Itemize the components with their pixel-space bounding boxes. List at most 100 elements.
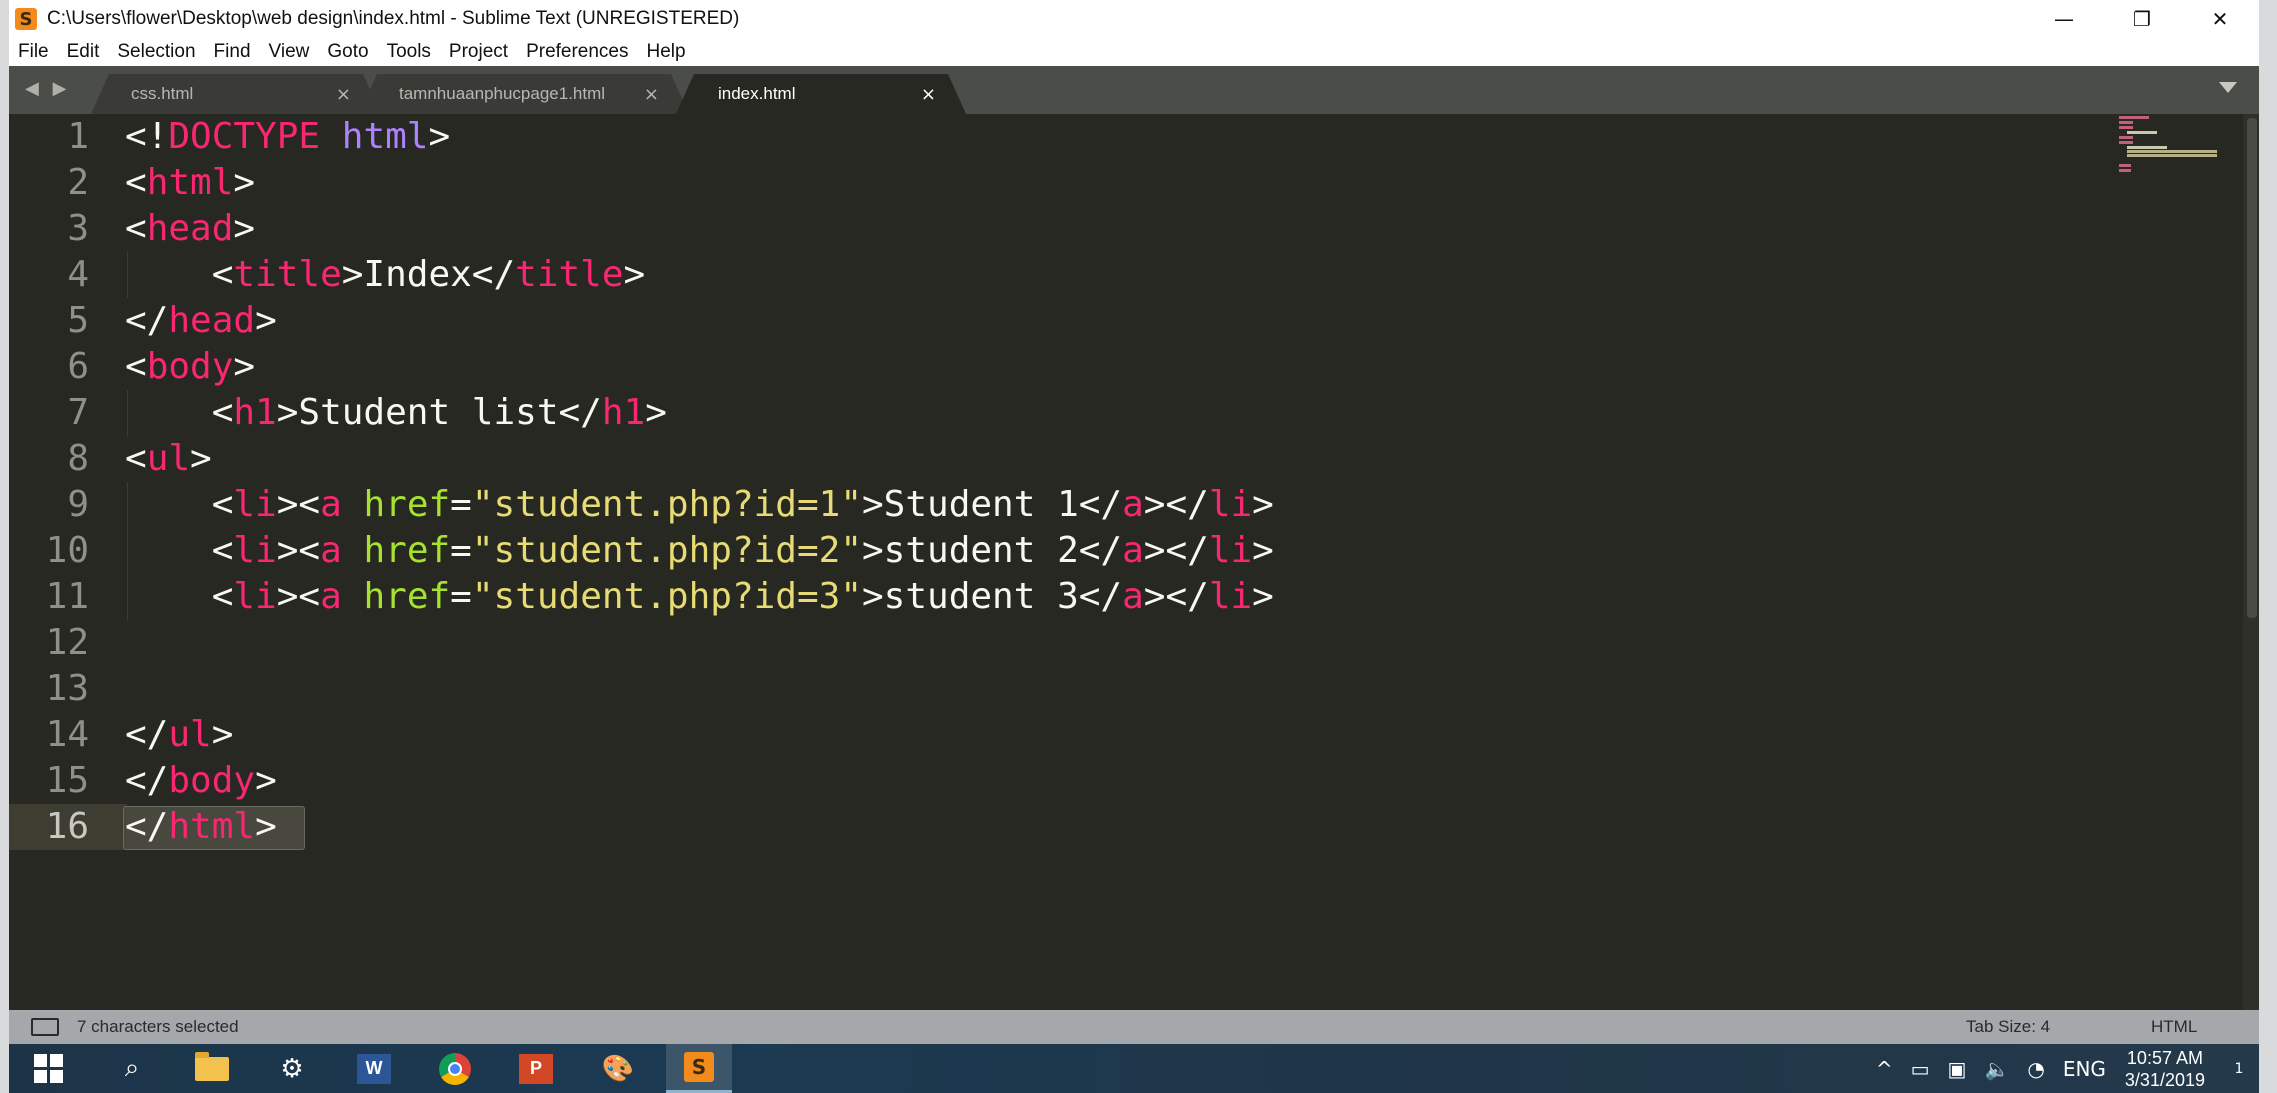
word-icon[interactable]: W	[341, 1044, 407, 1093]
close-icon[interactable]: ×	[336, 84, 351, 105]
line-number: 7	[67, 392, 89, 433]
code-text: <body>	[125, 346, 256, 387]
menu-bar: File Edit Selection Find View Goto Tools…	[9, 38, 2259, 66]
notification-icon[interactable]: 1	[2219, 1044, 2259, 1093]
volume-icon[interactable]: 🔈	[1984, 1057, 2009, 1081]
sublime-window: S C:\Users\flower\Desktop\web design\ind…	[9, 0, 2259, 1044]
code-text: <li><a href="student.php?id=1">Student 1…	[125, 484, 1274, 525]
indent-guide	[127, 252, 128, 298]
menu-help[interactable]: Help	[638, 41, 695, 63]
line-number: 3	[67, 208, 89, 249]
tab-css-html[interactable]: css.html ×	[91, 74, 381, 114]
clock-time: 10:57 AM	[2126, 1047, 2203, 1068]
code-line[interactable]: 15 </body>	[9, 758, 1409, 804]
line-number: 8	[67, 438, 89, 479]
line-number: 4	[67, 254, 89, 295]
menu-project[interactable]: Project	[440, 41, 517, 63]
menu-selection[interactable]: Selection	[108, 41, 204, 63]
powerpoint-icon[interactable]: P	[503, 1044, 569, 1093]
line-number: 14	[45, 714, 89, 755]
windows-taskbar: ⌕ ⚙ W P 🎨 S ^ ▭ ▣ 🔈 ◔ ENG 10:57 AM 3/31/…	[9, 1044, 2259, 1093]
paint-icon[interactable]: 🎨	[585, 1044, 651, 1093]
code-line[interactable]: 12	[9, 620, 1409, 666]
language-indicator[interactable]: ENG	[2063, 1057, 2106, 1081]
code-text: </html>	[125, 806, 277, 847]
tab-size-indicator[interactable]: Tab Size: 4	[1966, 1017, 2050, 1037]
tab-label: index.html	[718, 84, 796, 103]
line-number: 6	[67, 346, 89, 387]
tab-tamnhuaanphucpage1-html[interactable]: tamnhuaanphucpage1.html ×	[359, 74, 689, 114]
code-text: <!DOCTYPE html>	[125, 116, 451, 157]
tab-label: tamnhuaanphucpage1.html	[399, 84, 606, 103]
code-line[interactable]: 8 <ul>	[9, 436, 1409, 482]
code-text: <html>	[125, 162, 256, 203]
scrollbar-thumb[interactable]	[2247, 118, 2257, 618]
search-icon[interactable]: ⌕	[99, 1044, 165, 1093]
code-text: </head>	[125, 300, 277, 341]
tab-nav-arrows[interactable]: ◀ ▶	[25, 78, 70, 99]
line-number: 5	[67, 300, 89, 341]
code-line[interactable]: 5 </head>	[9, 298, 1409, 344]
close-icon[interactable]: ×	[921, 84, 936, 105]
menu-file[interactable]: File	[9, 41, 58, 63]
code-line[interactable]: 13	[9, 666, 1409, 712]
line-number: 10	[45, 530, 89, 571]
code-line[interactable]: 2 <html>	[9, 160, 1409, 206]
file-explorer-icon[interactable]	[179, 1044, 245, 1093]
menu-tools[interactable]: Tools	[378, 41, 440, 63]
code-text: <li><a href="student.php?id=2">student 2…	[125, 530, 1274, 571]
code-line[interactable]: 9 <li><a href="student.php?id=1">Student…	[9, 482, 1409, 528]
code-line[interactable]: 4 <title>Index</title>	[9, 252, 1409, 298]
syntax-indicator[interactable]: HTML	[2151, 1017, 2197, 1037]
code-line[interactable]: 11 <li><a href="student.php?id=3">studen…	[9, 574, 1409, 620]
start-icon[interactable]	[15, 1044, 81, 1093]
minimap[interactable]	[2119, 114, 2219, 174]
line-number: 12	[45, 622, 89, 663]
code-line[interactable]: 16 </html>	[9, 804, 1409, 850]
system-tray: ^ ▭ ▣ 🔈 ◔ ENG 10:57 AM 3/31/2019 1	[1867, 1044, 2259, 1093]
tray-app-icon[interactable]: ▣	[1948, 1057, 1967, 1081]
sublime-text-icon[interactable]: S	[666, 1044, 732, 1093]
indent-guide	[127, 482, 128, 620]
code-line[interactable]: 6 <body>	[9, 344, 1409, 390]
sublime-text-icon: S	[15, 8, 37, 30]
menu-view[interactable]: View	[260, 41, 319, 63]
chrome-icon[interactable]	[422, 1044, 488, 1093]
minimize-button[interactable]: —	[2025, 0, 2103, 38]
menu-find[interactable]: Find	[205, 41, 260, 63]
close-icon[interactable]: ×	[644, 84, 659, 105]
line-number: 1	[67, 116, 89, 157]
line-number: 16	[45, 806, 89, 847]
tab-index-html[interactable]: index.html ×	[676, 74, 966, 114]
line-number: 15	[45, 760, 89, 801]
clock[interactable]: 10:57 AM 3/31/2019	[2125, 1047, 2205, 1091]
code-line[interactable]: 3 <head>	[9, 206, 1409, 252]
indent-guide	[127, 390, 128, 436]
tab-bar: ◀ ▶ css.html × tamnhuaanphucpage1.html ×…	[9, 66, 2259, 114]
vertical-scrollbar[interactable]	[2243, 114, 2259, 1010]
code-editor[interactable]: 1 <!DOCTYPE html> 2 <html> 3 <head> 4 <title>I…	[9, 114, 2259, 1010]
restore-button[interactable]: ❐	[2103, 0, 2181, 38]
menu-goto[interactable]: Goto	[318, 41, 377, 63]
settings-icon[interactable]: ⚙	[259, 1044, 325, 1093]
code-line[interactable]: 14 </ul>	[9, 712, 1409, 758]
line-number: 13	[45, 668, 89, 709]
clock-date: 3/31/2019	[2124, 1069, 2205, 1090]
code-line[interactable]: 7 <h1>Student list</h1>	[9, 390, 1409, 436]
battery-icon[interactable]: ▭	[1911, 1057, 1930, 1081]
wifi-icon[interactable]: ◔	[2027, 1057, 2044, 1081]
panel-toggle-icon[interactable]	[31, 1018, 59, 1036]
line-number: 11	[45, 576, 89, 617]
window-controls: — ❐ ✕	[2025, 0, 2259, 38]
window-title: C:\Users\flower\Desktop\web design\index…	[47, 8, 740, 29]
code-text: <h1>Student list</h1>	[125, 392, 667, 433]
menu-preferences[interactable]: Preferences	[517, 41, 637, 63]
chevron-up-icon[interactable]: ^	[1876, 1057, 1893, 1081]
code-text: </body>	[125, 760, 277, 801]
tab-label: css.html	[131, 84, 194, 103]
code-line[interactable]: 10 <li><a href="student.php?id=2">studen…	[9, 528, 1409, 574]
tab-menu-chevron-icon[interactable]	[2219, 82, 2237, 93]
code-line[interactable]: 1 <!DOCTYPE html>	[9, 114, 1409, 160]
menu-edit[interactable]: Edit	[58, 41, 109, 63]
close-button[interactable]: ✕	[2181, 0, 2259, 38]
